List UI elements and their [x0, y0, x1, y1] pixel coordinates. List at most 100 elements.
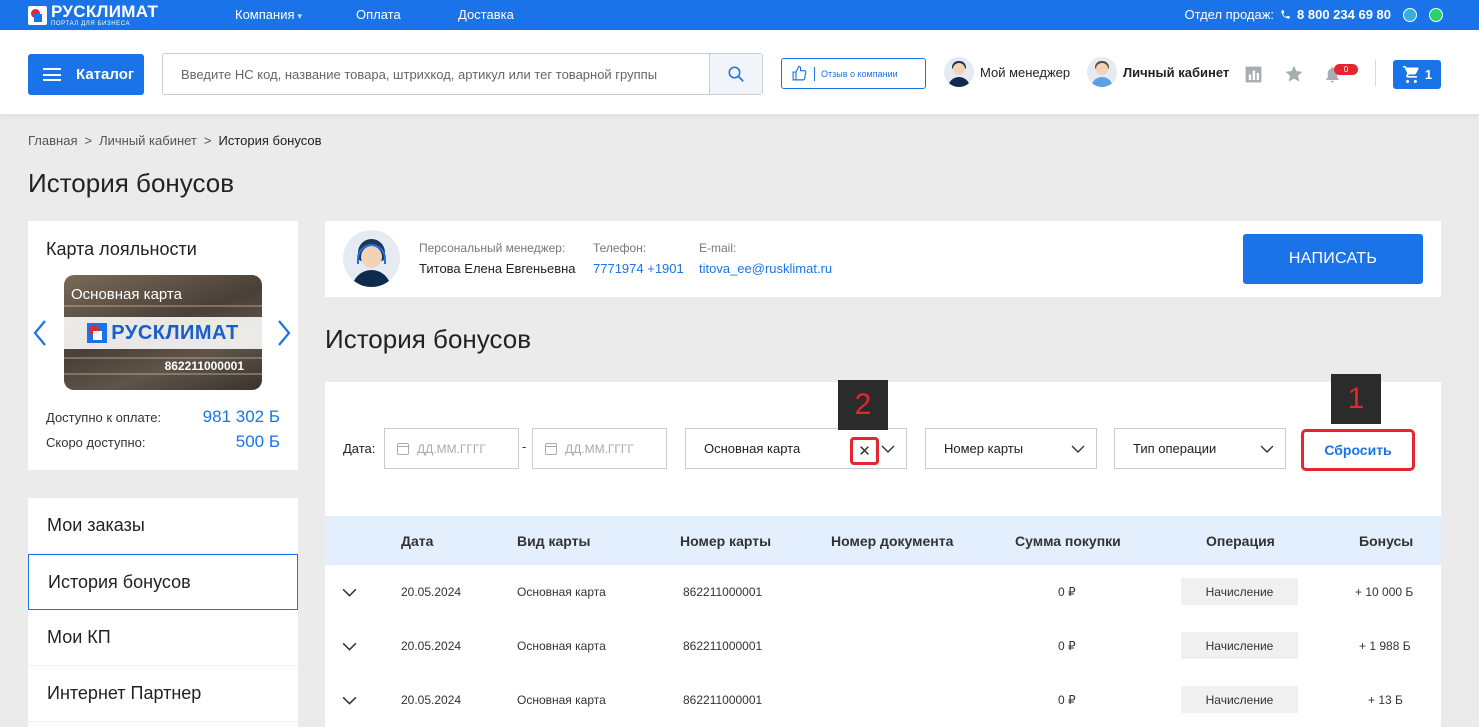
- operation-select-label: Тип операции: [1133, 441, 1217, 456]
- breadcrumb-separator: >: [203, 133, 212, 148]
- telegram-icon[interactable]: [1403, 7, 1417, 22]
- cell-card-number: 862211000001: [683, 639, 763, 653]
- topnav-payment[interactable]: Оплата: [356, 7, 401, 22]
- cell-sum: 0 ₽: [1058, 639, 1076, 653]
- card-number-select[interactable]: Номер карты: [925, 428, 1097, 469]
- header-divider: [1375, 60, 1376, 86]
- manager-phone[interactable]: 7771974 +1901: [593, 261, 684, 276]
- phone-icon: [1281, 10, 1290, 19]
- cell-sum: 0 ₽: [1058, 585, 1076, 599]
- chevron-down-icon: ▾: [297, 11, 303, 21]
- chevron-down-icon[interactable]: [341, 692, 358, 709]
- sales-label: Отдел продаж:: [1184, 7, 1275, 22]
- my-manager-link[interactable]: Мой менеджер: [944, 57, 1070, 87]
- carousel-next-button[interactable]: [276, 319, 292, 347]
- cart-icon: [1402, 66, 1419, 83]
- table-row[interactable]: 20.05.2024 Основная карта 862211000001 0…: [325, 619, 1441, 673]
- cell-bonus: + 10 000 Б: [1355, 585, 1414, 599]
- chevron-left-icon: [33, 320, 46, 346]
- menu-item-quotes[interactable]: Мои КП: [28, 610, 298, 666]
- thumbs-up-icon: [792, 65, 807, 81]
- soon-label: Скоро доступно:: [46, 435, 146, 450]
- sales-phone[interactable]: 8 800 234 69 80: [1297, 7, 1391, 22]
- catalog-label: Каталог: [76, 66, 135, 83]
- manager-name: Титова Елена Евгеньевна: [419, 261, 576, 276]
- date-to-placeholder: ДД.ММ.ГГГГ: [565, 441, 634, 456]
- date-to-input[interactable]: ДД.ММ.ГГГГ: [532, 428, 667, 469]
- cell-card-number: 862211000001: [683, 585, 763, 599]
- table-row[interactable]: 20.05.2024 Основная карта 862211000001 0…: [325, 673, 1441, 727]
- cell-card-type: Основная карта: [517, 639, 606, 653]
- manager-link-label: Мой менеджер: [980, 64, 1071, 80]
- carousel-prev-button[interactable]: [32, 319, 48, 347]
- cell-date: 20.05.2024: [401, 585, 462, 599]
- section-title: История бонусов: [325, 324, 532, 354]
- soon-value: 500 Б: [235, 432, 280, 451]
- date-from-input[interactable]: ДД.ММ.ГГГГ: [384, 428, 519, 469]
- manager-phone-label: Телефон:: [593, 241, 647, 255]
- topnav-delivery[interactable]: Доставка: [458, 7, 514, 22]
- manager-avatar: [343, 230, 400, 287]
- card-number: 862211000001: [164, 359, 244, 373]
- table-row[interactable]: 20.05.2024 Основная карта 862211000001 0…: [325, 565, 1441, 619]
- manager-role-label: Персональный менеджер:: [419, 241, 566, 255]
- review-company-button[interactable]: Отзыв о компании: [781, 58, 926, 89]
- user-avatar: [1087, 57, 1117, 87]
- chevron-down-icon: [1071, 445, 1085, 453]
- loyalty-card-panel: Карта лояльности Основная карта РУСКЛИМА…: [28, 221, 298, 470]
- site-logo[interactable]: РУСКЛИМАТ ПОРТАЛ ДЛЯ БИЗНЕСА: [28, 2, 159, 27]
- topnav-company-label: Компания: [235, 7, 295, 22]
- card-name: Основная карта: [71, 286, 182, 303]
- available-value: 981 302 Б: [202, 407, 280, 426]
- chevron-right-icon: [278, 320, 291, 346]
- chevron-down-icon[interactable]: [341, 638, 358, 655]
- write-manager-button[interactable]: НАПИСАТЬ: [1243, 234, 1423, 284]
- calendar-icon: [545, 442, 557, 455]
- search-icon: [728, 66, 744, 82]
- date-filter-label: Дата:: [343, 441, 376, 456]
- logo-mark-icon: [28, 5, 47, 25]
- topnav-company[interactable]: Компания ▾: [235, 7, 302, 22]
- manager-name-block: Персональный менеджер: Титова Елена Евге…: [419, 241, 576, 276]
- search-bar: [162, 53, 763, 95]
- cell-card-type: Основная карта: [517, 693, 606, 707]
- date-range-dash: -: [522, 439, 527, 454]
- column-header-card-number: Номер карты: [680, 533, 772, 549]
- chevron-down-icon[interactable]: [341, 584, 358, 601]
- column-header-card-type: Вид карты: [517, 533, 591, 549]
- search-button[interactable]: [709, 54, 762, 94]
- chevron-down-icon: [1260, 445, 1274, 453]
- cart-button[interactable]: 1: [1393, 60, 1441, 89]
- menu-item-orders[interactable]: Мои заказы: [28, 498, 298, 554]
- clear-selection-icon[interactable]: ✕: [850, 437, 879, 465]
- breadcrumb-home[interactable]: Главная: [28, 133, 77, 148]
- card-brand-strip: РУСКЛИМАТ: [64, 317, 262, 349]
- search-input[interactable]: [163, 54, 709, 94]
- catalog-button[interactable]: Каталог: [28, 54, 144, 95]
- logo-name: РУСКЛИМАТ: [51, 2, 159, 21]
- chevron-down-icon: [881, 445, 895, 453]
- annotation-callout-2: 2: [838, 380, 888, 430]
- manager-email-label: E-mail:: [699, 241, 737, 255]
- personal-cabinet-link[interactable]: Личный кабинет: [1087, 57, 1229, 87]
- card-number-select-label: Номер карты: [944, 441, 1024, 456]
- menu-item-internet-partner[interactable]: Интернет Партнер: [28, 666, 298, 722]
- cell-bonus: + 1 988 Б: [1359, 639, 1411, 653]
- loyalty-card-image[interactable]: Основная карта РУСКЛИМАТ 862211000001: [64, 275, 262, 390]
- top-bar: РУСКЛИМАТ ПОРТАЛ ДЛЯ БИЗНЕСА Компания ▾ О…: [0, 0, 1479, 30]
- manager-email[interactable]: titova_ee@rusklimat.ru: [699, 261, 832, 276]
- column-header-bonus: Бонусы: [1359, 533, 1414, 549]
- table-header: Дата Вид карты Номер карты Номер докумен…: [325, 516, 1441, 565]
- cart-count: 1: [1424, 67, 1433, 82]
- reset-filters-button[interactable]: Сбросить: [1301, 429, 1415, 471]
- operation-type-select[interactable]: Тип операции: [1114, 428, 1286, 469]
- date-from-placeholder: ДД.ММ.ГГГГ: [417, 441, 486, 456]
- personal-manager-panel: Персональный менеджер: Титова Елена Евге…: [325, 221, 1441, 297]
- favorites-star-icon[interactable]: [1284, 64, 1304, 84]
- breadcrumb-cabinet[interactable]: Личный кабинет: [99, 133, 197, 148]
- menu-item-bonus-history[interactable]: История бонусов: [28, 554, 298, 610]
- cell-date: 20.05.2024: [401, 693, 462, 707]
- card-brand: РУСКЛИМАТ: [111, 321, 239, 344]
- compare-chart-icon[interactable]: [1243, 64, 1263, 84]
- whatsapp-icon[interactable]: [1429, 7, 1443, 22]
